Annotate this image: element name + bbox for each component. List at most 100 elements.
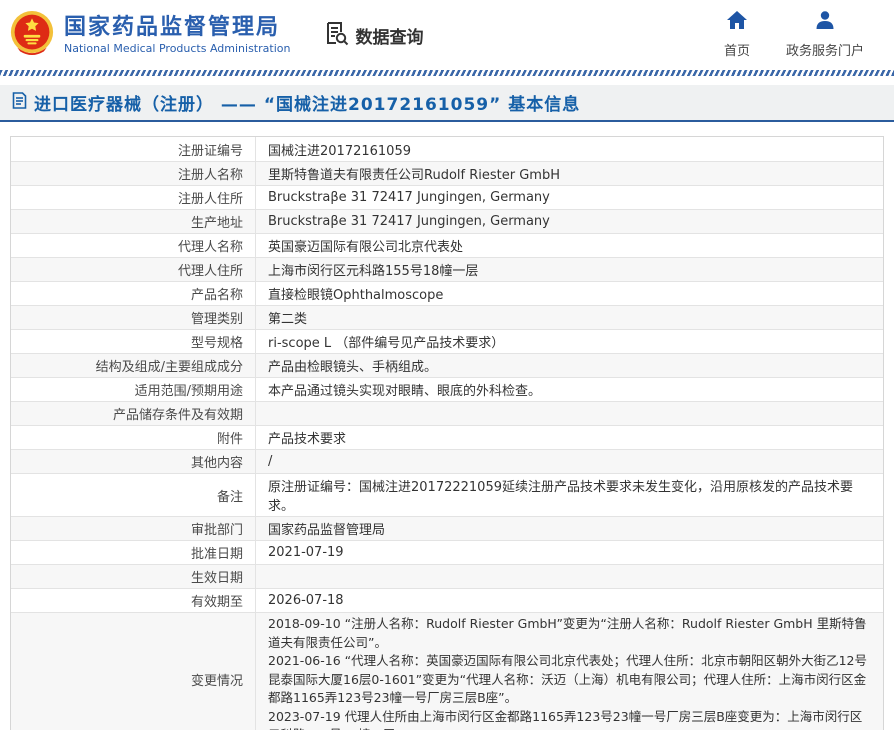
row-label-cell: 适用范围/预期用途 bbox=[11, 378, 256, 401]
row-value-cell: 2026-07-18 bbox=[256, 589, 883, 612]
table-row: 变更情况 2018-09-10 “注册人名称：Rudolf Riester Gmb… bbox=[11, 612, 883, 730]
table-row: 审批部门 国家药品监督管理局 bbox=[11, 516, 883, 540]
row-label-cell: 注册人住所 bbox=[11, 186, 256, 209]
row-value-cell: 国械注进20172161059 bbox=[256, 137, 883, 161]
row-label: 产品储存条件及有效期 bbox=[113, 404, 243, 423]
home-icon bbox=[727, 11, 747, 33]
table-row: 附件 产品技术要求 bbox=[11, 425, 883, 449]
data-query-link[interactable]: 数据查询 bbox=[324, 20, 423, 51]
row-label-cell: 代理人住所 bbox=[11, 258, 256, 281]
row-value: 里斯特鲁道夫有限责任公司Rudolf Riester GmbH bbox=[268, 164, 560, 183]
site-logo[interactable]: 国家药品监督管理局 National Medical Products Admi… bbox=[10, 9, 290, 61]
info-table: 注册证编号国械注进20172161059 注册人名称 里斯特鲁道夫有限责任公司Rud… bbox=[10, 136, 884, 730]
row-value-cell: Bruckstraβe 31 72417 Jungingen, Germany bbox=[256, 210, 883, 233]
row-label: 注册人名称 bbox=[178, 164, 243, 183]
table-row: 注册证编号国械注进20172161059 bbox=[11, 137, 883, 161]
row-value-cell: 产品技术要求 bbox=[256, 426, 883, 449]
row-label-cell: 其他内容 bbox=[11, 450, 256, 473]
row-label-cell: 产品名称 bbox=[11, 282, 256, 305]
row-label: 注册证编号 bbox=[178, 140, 243, 159]
row-label-cell: 注册人名称 bbox=[11, 162, 256, 185]
row-label: 备注 bbox=[217, 486, 243, 505]
row-label-cell: 管理类别 bbox=[11, 306, 256, 329]
row-value: 国家药品监督管理局 bbox=[268, 519, 385, 538]
row-label: 代理人住所 bbox=[178, 260, 243, 279]
row-value-cell: ri-scope L （部件编号见产品技术要求） bbox=[256, 330, 883, 353]
row-label: 变更情况 bbox=[191, 670, 243, 689]
row-label-cell: 生产地址 bbox=[11, 210, 256, 233]
row-value: 上海市闵行区元科路155号18幢一层 bbox=[268, 260, 478, 279]
row-label: 审批部门 bbox=[191, 519, 243, 538]
row-label-cell: 审批部门 bbox=[11, 517, 256, 540]
table-row: 管理类别 第二类 bbox=[11, 305, 883, 329]
header-divider bbox=[0, 70, 894, 76]
row-value: / bbox=[268, 454, 272, 469]
row-label: 生效日期 bbox=[191, 567, 243, 586]
national-emblem-icon bbox=[10, 9, 54, 61]
document-icon bbox=[12, 92, 27, 113]
user-icon bbox=[815, 11, 835, 33]
row-label-cell: 附件 bbox=[11, 426, 256, 449]
row-value: 第二类 bbox=[268, 308, 307, 327]
row-value-cell: 原注册证编号：国械注进20172221059延续注册产品技术要求未发生变化，沿用… bbox=[256, 474, 883, 516]
change-record: 2021-06-16 “代理人名称：英国豪迈国际有限公司北京代表处；代理人住所：… bbox=[268, 652, 869, 708]
row-label-cell: 变更情况 bbox=[11, 613, 256, 730]
row-label-cell: 型号规格 bbox=[11, 330, 256, 353]
table-row: 产品名称 直接检眼镜Ophthalmoscope bbox=[11, 281, 883, 305]
row-label: 附件 bbox=[217, 428, 243, 447]
row-label-cell: 代理人名称 bbox=[11, 234, 256, 257]
data-query-label: 数据查询 bbox=[355, 23, 423, 48]
row-value-cell bbox=[256, 565, 883, 588]
row-value-cell: 2018-09-10 “注册人名称：Rudolf Riester GmbH”变更… bbox=[256, 613, 883, 730]
nav-home[interactable]: 首页 bbox=[724, 11, 750, 59]
row-label: 注册人住所 bbox=[178, 188, 243, 207]
row-label: 批准日期 bbox=[191, 543, 243, 562]
row-value-cell: 产品由检眼镜头、手柄组成。 bbox=[256, 354, 883, 377]
row-label: 管理类别 bbox=[191, 308, 243, 327]
row-label: 其他内容 bbox=[191, 452, 243, 471]
row-value-cell: 第二类 bbox=[256, 306, 883, 329]
page-header: 国家药品监督管理局 National Medical Products Admi… bbox=[0, 0, 894, 70]
nav-portal[interactable]: 政务服务门户 bbox=[786, 11, 864, 59]
nav-home-label: 首页 bbox=[724, 40, 750, 59]
org-name-en: National Medical Products Administration bbox=[64, 42, 290, 55]
org-name-cn: 国家药品监督管理局 bbox=[64, 15, 290, 40]
row-value-cell: 英国豪迈国际有限公司北京代表处 bbox=[256, 234, 883, 257]
row-label: 产品名称 bbox=[191, 284, 243, 303]
table-row: 适用范围/预期用途本产品通过镜头实现对眼睛、眼底的外科检查。 bbox=[11, 377, 883, 401]
row-value-cell: 里斯特鲁道夫有限责任公司Rudolf Riester GmbH bbox=[256, 162, 883, 185]
document-search-icon bbox=[324, 20, 350, 51]
row-label-cell: 备注 bbox=[11, 474, 256, 516]
row-label: 有效期至 bbox=[191, 591, 243, 610]
row-value: 2026-07-18 bbox=[268, 593, 344, 608]
row-value: 本产品通过镜头实现对眼睛、眼底的外科检查。 bbox=[268, 380, 541, 399]
row-label-cell: 批准日期 bbox=[11, 541, 256, 564]
row-value: Bruckstraβe 31 72417 Jungingen, Germany bbox=[268, 214, 550, 229]
row-value-cell: 上海市闵行区元科路155号18幢一层 bbox=[256, 258, 883, 281]
change-record: 2018-09-10 “注册人名称：Rudolf Riester GmbH”变更… bbox=[268, 615, 869, 652]
row-value-cell: Bruckstraβe 31 72417 Jungingen, Germany bbox=[256, 186, 883, 209]
table-row: 代理人名称 英国豪迈国际有限公司北京代表处 bbox=[11, 233, 883, 257]
table-row: 批准日期2021-07-19 bbox=[11, 540, 883, 564]
table-row: 其他内容 / bbox=[11, 449, 883, 473]
row-value-cell: 国家药品监督管理局 bbox=[256, 517, 883, 540]
row-value: 英国豪迈国际有限公司北京代表处 bbox=[268, 236, 463, 255]
table-row: 有效期至 2026-07-18 bbox=[11, 588, 883, 612]
table-row: 代理人住所 上海市闵行区元科路155号18幢一层 bbox=[11, 257, 883, 281]
row-label-cell: 注册证编号 bbox=[11, 137, 256, 161]
org-name: 国家药品监督管理局 National Medical Products Admi… bbox=[64, 15, 290, 55]
row-value: 直接检眼镜Ophthalmoscope bbox=[268, 284, 443, 303]
table-row: 生效日期 bbox=[11, 564, 883, 588]
row-label-cell: 产品储存条件及有效期 bbox=[11, 402, 256, 425]
row-label: 代理人名称 bbox=[178, 236, 243, 255]
row-value: 产品技术要求 bbox=[268, 428, 346, 447]
table-row: 注册人住所 Bruckstraβe 31 72417 Jungingen, Ger… bbox=[11, 185, 883, 209]
row-value: 原注册证编号：国械注进20172221059延续注册产品技术要求未发生变化，沿用… bbox=[268, 476, 869, 514]
row-value-cell: / bbox=[256, 450, 883, 473]
change-record: 2023-07-19 代理人住所由上海市闵行区金都路1165弄123号23幢一号… bbox=[268, 708, 869, 730]
table-row: 型号规格ri-scope L （部件编号见产品技术要求） bbox=[11, 329, 883, 353]
table-row: 生产地址 Bruckstraβe 31 72417 Jungingen, Germ… bbox=[11, 209, 883, 233]
header-nav: 首页 政务服务门户 bbox=[724, 11, 864, 59]
row-value-cell: 直接检眼镜Ophthalmoscope bbox=[256, 282, 883, 305]
row-label: 生产地址 bbox=[191, 212, 243, 231]
